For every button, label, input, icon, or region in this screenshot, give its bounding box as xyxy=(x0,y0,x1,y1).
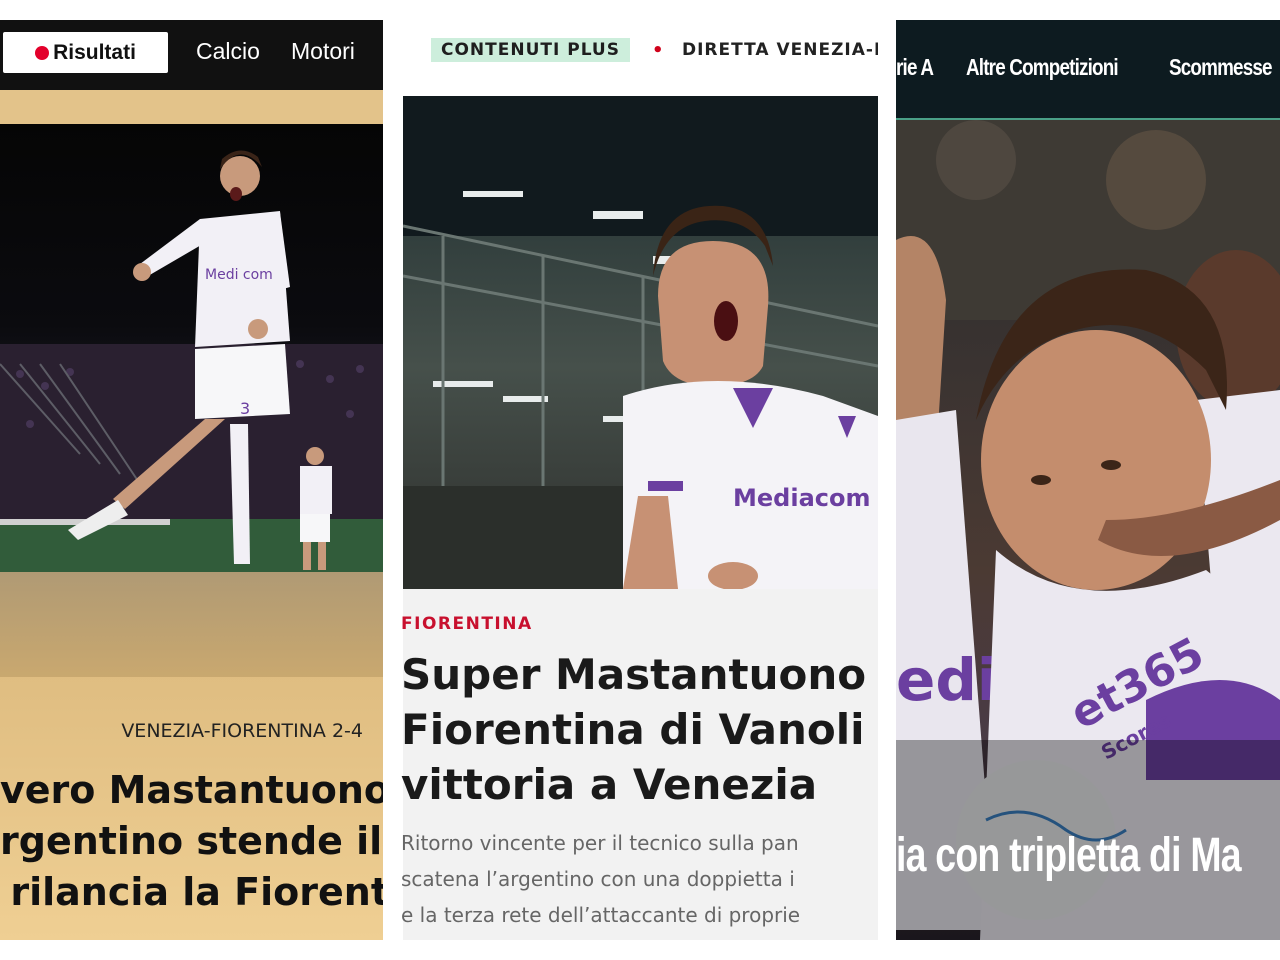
headline-line-1: vero Mastantuono! xyxy=(0,768,383,812)
separator-bullet-icon: • xyxy=(652,40,664,61)
headline-line-3: vittoria a Venezia xyxy=(401,760,818,809)
results-button-label: Risultati xyxy=(53,40,136,64)
results-button[interactable]: Risultati xyxy=(3,32,168,73)
screaming-player-illustration: Mediacom xyxy=(403,96,878,589)
team-celebration-illustration: edia et365 Scores xyxy=(896,120,1280,940)
headline-line-2: Fiorentina di Vanoli c xyxy=(401,705,878,754)
article-panel-1: Risultati Calcio Motori Medi com 3 VENEZ… xyxy=(0,20,383,940)
nav-item-calcio[interactable]: Calcio xyxy=(196,38,260,65)
svg-text:Mediacom: Mediacom xyxy=(733,484,870,512)
subtitle-line-1: Ritorno vincente per il tecnico sulla pa… xyxy=(401,831,799,855)
live-dot-icon xyxy=(35,45,50,60)
live-match-link[interactable]: DIRETTA VENEZIA-I xyxy=(682,40,878,60)
headline-line-3: rilancia la Fiorent xyxy=(10,870,383,914)
nav-item-altre-competizioni[interactable]: Altre Competizioni xyxy=(966,54,1119,81)
article-panel-2: CONTENUTI PLUS • DIRETTA VENEZIA-I Media… xyxy=(401,20,878,940)
nav-item-serie-a[interactable]: rie A xyxy=(896,54,934,81)
hero-image[interactable]: Mediacom xyxy=(403,96,878,589)
top-navigation-bar: rie A Altre Competizioni Scommesse xyxy=(896,20,1280,120)
top-navigation-bar: Risultati Calcio Motori xyxy=(0,20,383,90)
subtitle-line-2: scatena l’argentino con una doppietta i xyxy=(401,867,795,891)
nav-item-scommesse[interactable]: Scommesse xyxy=(1169,54,1273,81)
article-kicker: VENEZIA-FIORENTINA 2-4 xyxy=(121,720,363,742)
svg-text:Medi com: Medi com xyxy=(205,267,273,283)
article-panel-3: rie A Altre Competizioni Scommesse edia … xyxy=(896,20,1280,940)
contenuti-plus-tag[interactable]: CONTENUTI PLUS xyxy=(431,38,630,62)
headline-line-1: Super Mastantuono xyxy=(401,650,867,699)
article-headline[interactable]: vero Mastantuono! rgentino stende il V r… xyxy=(0,765,383,918)
hero-image[interactable]: edia et365 Scores xyxy=(896,120,1280,940)
section-label[interactable]: FIORENTINA xyxy=(401,614,533,634)
header-strip xyxy=(0,90,383,124)
article-headline[interactable]: Super Mastantuono Fiorentina di Vanoli c… xyxy=(401,647,878,812)
hero-image[interactable]: Medi com 3 xyxy=(0,124,383,572)
svg-text:3: 3 xyxy=(240,399,250,418)
subtitle-line-3: e la terza rete dell’attaccante di propr… xyxy=(401,903,801,927)
image-lower-gradient xyxy=(0,572,383,677)
nav-item-motori[interactable]: Motori xyxy=(291,38,355,65)
article-subtitle: Ritorno vincente per il tecnico sulla pa… xyxy=(401,825,878,933)
celebrating-player-illustration: Medi com 3 xyxy=(0,150,383,572)
headline-line-2: rgentino stende il V xyxy=(0,819,383,863)
article-headline[interactable]: ia con tripletta di Ma xyxy=(896,828,1242,883)
